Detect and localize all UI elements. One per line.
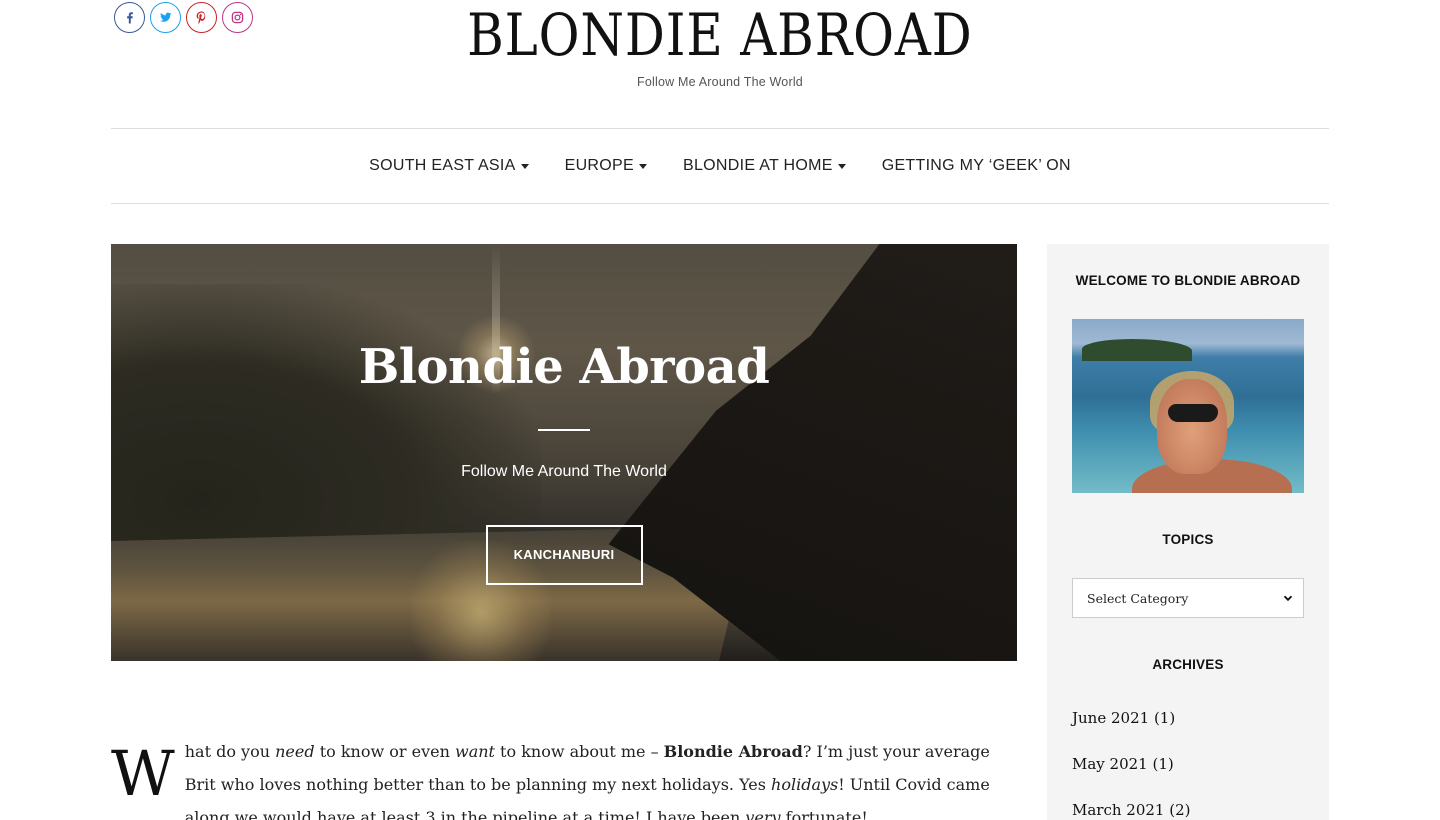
nav-item-getting-my-geek-on[interactable]: GETTING MY ‘GEEK’ ON (882, 157, 1071, 175)
dropdown-caret-icon (638, 164, 647, 169)
nav-item-europe[interactable]: EUROPE (565, 157, 647, 175)
profile-photo (1072, 319, 1304, 493)
nav-item-blondie-at-home[interactable]: BLONDIE AT HOME (683, 157, 846, 175)
hero-content: Blondie Abroad Follow Me Around The Worl… (111, 244, 1017, 585)
intro-emphasis: holidays (771, 775, 839, 794)
intro-strong: Blondie Abroad (663, 742, 803, 761)
photo-sunglasses (1168, 404, 1218, 422)
site-title[interactable]: BLONDIE ABROAD (467, 0, 972, 70)
nav-item-label: EUROPE (564, 157, 634, 174)
archive-item: June 2021 (1) (1072, 704, 1191, 750)
site-tagline: Follow Me Around The World (637, 75, 803, 89)
drop-cap: W (111, 737, 175, 810)
chevron-down-icon (1283, 595, 1293, 602)
nav-item-label: SOUTH EAST ASIA (369, 157, 516, 174)
sidebar: WELCOME TO BLONDIE ABROAD TOPICS Select … (1047, 244, 1329, 820)
archives-widget-title: ARCHIVES (1152, 657, 1224, 672)
category-select[interactable]: Select Category (1072, 578, 1304, 618)
photo-face (1157, 379, 1227, 474)
main-navigation: SOUTH EAST ASIA EUROPE BLONDIE AT HOME G… (111, 128, 1329, 204)
nav-item-label: BLONDIE AT HOME (682, 157, 833, 174)
hero-tagline: Follow Me Around The World (461, 463, 667, 480)
welcome-widget-title: WELCOME TO BLONDIE ABROAD (1075, 273, 1301, 288)
intro-paragraph: W hat do you need to know or even want t… (111, 735, 1017, 820)
topics-widget-title: TOPICS (1162, 532, 1214, 547)
archive-count: (1) (1152, 755, 1174, 773)
dropdown-caret-icon (837, 164, 846, 169)
hero-divider (538, 429, 590, 431)
dropdown-caret-icon (520, 164, 529, 169)
intro-text: hat do you (184, 742, 276, 761)
archive-item: May 2021 (1) (1072, 750, 1191, 796)
hero-title: Blondie Abroad (358, 339, 770, 395)
archive-count: (1) (1153, 709, 1176, 727)
intro-text: to know or even (314, 742, 455, 761)
archive-link[interactable]: June 2021 (1072, 709, 1149, 727)
archive-link[interactable]: May 2021 (1072, 755, 1148, 773)
category-select-value: Select Category (1087, 590, 1189, 606)
archive-list: June 2021 (1) May 2021 (1) March 2021 (2… (1072, 704, 1191, 820)
photo-island (1082, 339, 1192, 361)
intro-emphasis: want (455, 742, 495, 761)
hero-banner: Blondie Abroad Follow Me Around The Worl… (111, 244, 1017, 661)
nav-item-south-east-asia[interactable]: SOUTH EAST ASIA (369, 157, 529, 175)
intro-emphasis: need (275, 742, 315, 761)
site-branding: BLONDIE ABROAD Follow Me Around The Worl… (0, 0, 1440, 89)
intro-text: to know about me – (494, 742, 664, 761)
hero-cta-button[interactable]: KANCHANBURI (485, 525, 643, 585)
archive-item: March 2021 (2) (1072, 796, 1191, 820)
nav-item-label: GETTING MY ‘GEEK’ ON (881, 157, 1071, 174)
archive-link[interactable]: March 2021 (1072, 801, 1164, 819)
intro-emphasis: very (745, 808, 781, 820)
archive-count: (2) (1169, 801, 1191, 819)
intro-text: fortunate! (780, 808, 868, 820)
